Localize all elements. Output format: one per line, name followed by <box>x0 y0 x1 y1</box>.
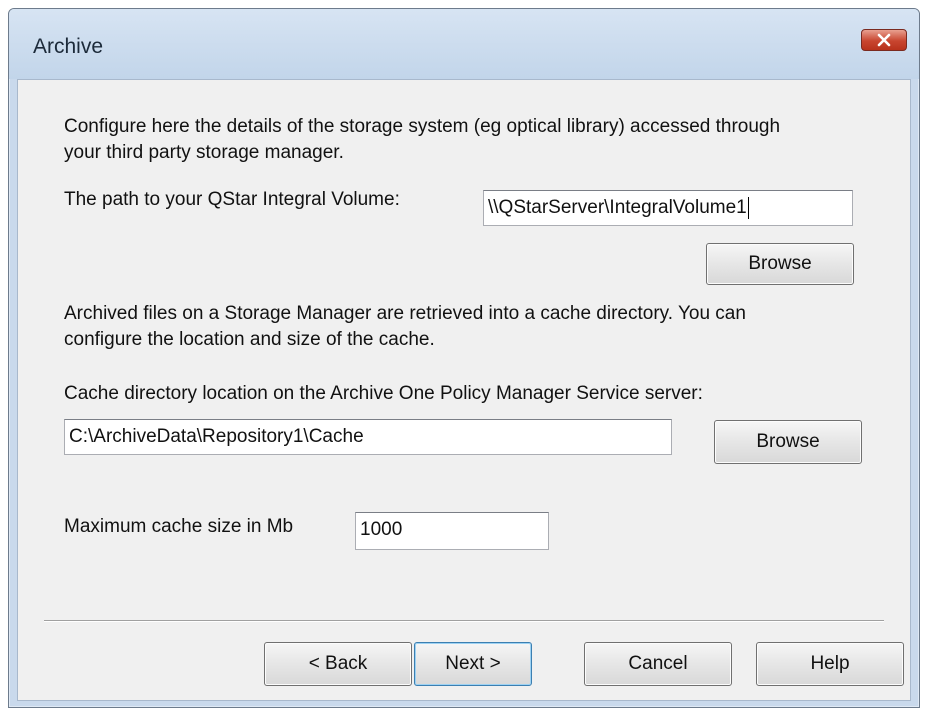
next-button[interactable]: Next > <box>414 642 532 686</box>
cache-intro-line-1: Archived files on a Storage Manager are … <box>64 303 746 324</box>
cache-intro-line-2: configure the location and size of the c… <box>64 329 435 350</box>
cache-browse-label: Browse <box>756 431 820 452</box>
archive-dialog: Archive Configure here the details of th… <box>8 8 920 708</box>
footer-separator <box>44 620 884 622</box>
cache-directory-label: Cache directory location on the Archive … <box>64 383 703 404</box>
next-label: Next > <box>445 653 501 674</box>
cache-size-label: Maximum cache size in Mb <box>64 516 294 537</box>
help-button[interactable]: Help <box>756 642 904 686</box>
cache-directory-input[interactable]: C:\ArchiveData\Repository1\Cache <box>64 419 672 455</box>
window-title: Archive <box>33 35 104 58</box>
qstar-browse-button[interactable]: Browse <box>706 243 854 285</box>
cache-size-input[interactable]: 1000 <box>355 512 549 550</box>
qstar-path-input[interactable]: \\QStarServer\IntegralVolume1 <box>483 190 853 226</box>
cancel-label: Cancel <box>628 653 688 674</box>
cancel-button[interactable]: Cancel <box>584 642 732 686</box>
intro-line-1: Configure here the details of the storag… <box>64 116 781 137</box>
qstar-path-label: The path to your QStar Integral Volume: <box>64 189 400 210</box>
title-bar[interactable]: Archive <box>9 9 919 79</box>
cache-directory-value: C:\ArchiveData\Repository1\Cache <box>69 426 364 447</box>
close-button[interactable] <box>861 29 907 51</box>
qstar-path-value: \\QStarServer\IntegralVolume1 <box>488 197 747 218</box>
cache-intro-text: Archived files on a Storage Manager are … <box>64 301 746 353</box>
back-label: < Back <box>308 653 368 674</box>
back-button[interactable]: < Back <box>264 642 412 686</box>
cache-browse-button[interactable]: Browse <box>714 420 862 464</box>
text-caret <box>747 196 749 219</box>
intro-text: Configure here the details of the storag… <box>64 114 780 166</box>
dialog-body: Configure here the details of the storag… <box>17 79 911 701</box>
cache-size-value: 1000 <box>360 519 403 540</box>
intro-line-2: your third party storage manager. <box>64 142 344 163</box>
close-icon <box>877 33 891 47</box>
qstar-browse-label: Browse <box>748 253 812 274</box>
help-label: Help <box>810 653 850 674</box>
